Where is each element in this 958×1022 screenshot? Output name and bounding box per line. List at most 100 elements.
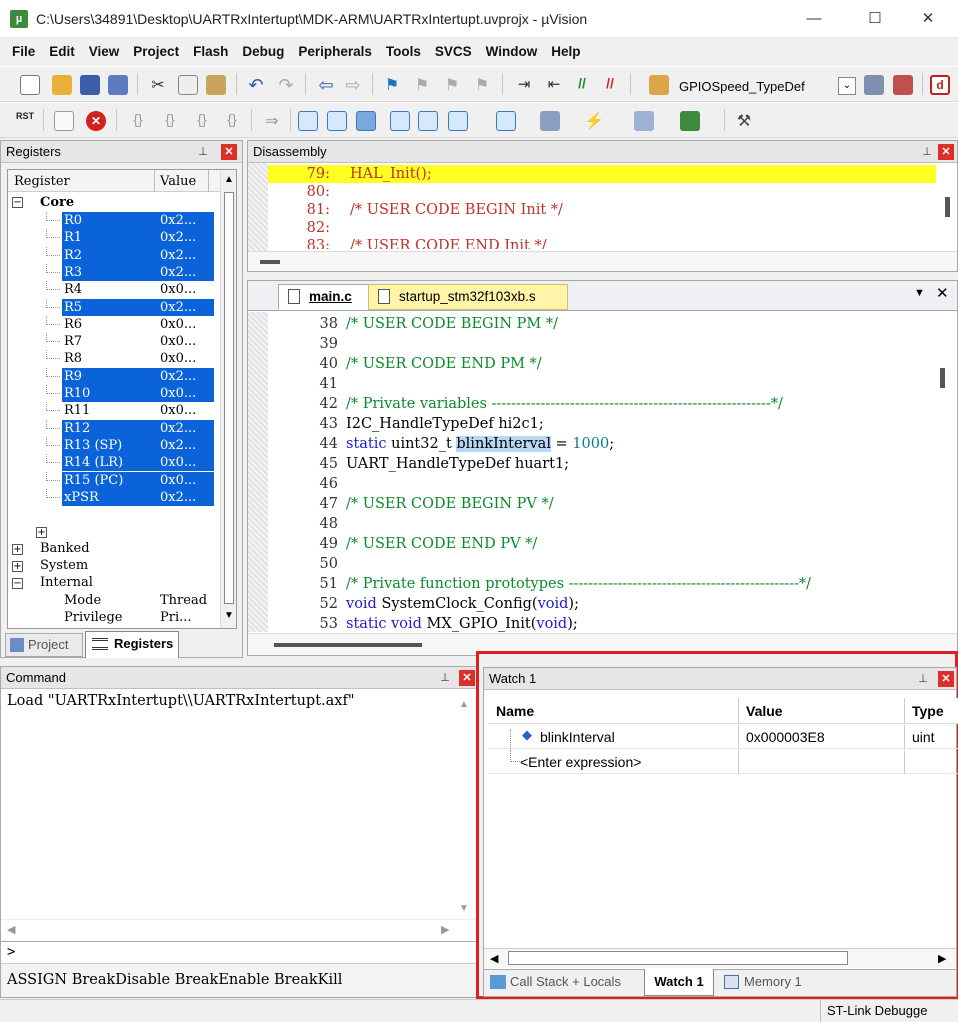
internal-name[interactable]: Stack — [64, 627, 101, 629]
tab-watch-1[interactable]: Watch 1 — [644, 969, 714, 996]
menu-debug[interactable]: Debug — [235, 38, 291, 66]
code-line[interactable]: 51 /* Private function prototypes -------… — [268, 574, 928, 594]
register-value[interactable]: 0x2... — [156, 419, 214, 437]
enter-expression-field[interactable]: <Enter expression> — [520, 750, 641, 774]
register-name[interactable]: R9 — [62, 367, 156, 385]
menu-edit[interactable]: Edit — [42, 38, 82, 66]
close-tab-icon[interactable]: ✕ — [936, 284, 949, 302]
registers-window-icon[interactable] — [390, 111, 410, 131]
scroll-right-icon[interactable]: ▶ — [938, 952, 946, 965]
register-name[interactable]: R3 — [62, 263, 156, 282]
register-value[interactable]: 0x2... — [156, 263, 214, 282]
open-folder-icon[interactable] — [52, 75, 72, 95]
watch-window-icon[interactable] — [448, 111, 468, 131]
find-in-files-icon[interactable] — [649, 75, 669, 95]
enter-expression-row[interactable]: <Enter expression> — [488, 750, 958, 774]
disassembly-line[interactable]: 82: — [268, 219, 936, 237]
register-name[interactable]: R11 — [62, 402, 156, 419]
toolbox-icon[interactable]: ⚒ — [734, 111, 754, 131]
call-stack-window-icon[interactable] — [418, 111, 438, 131]
col-type-header[interactable]: Type — [912, 699, 944, 723]
internal-value[interactable]: Thread — [160, 592, 207, 609]
reset-icon[interactable]: RST — [15, 111, 35, 131]
navigate-forward-icon[interactable]: ⇨ — [343, 75, 363, 95]
copy-icon[interactable] — [178, 75, 198, 95]
trace-window-icon[interactable] — [634, 111, 654, 131]
code-line[interactable]: 52 void SystemClock_Config(void); — [268, 594, 928, 614]
undo-icon[interactable]: ↶ — [246, 75, 266, 95]
menu-help[interactable]: Help — [544, 38, 587, 66]
command-hscroll[interactable]: ◀ ▶ — [1, 919, 476, 939]
scrollbar-thumb[interactable] — [274, 643, 422, 647]
code-line[interactable]: 40 /* USER CODE END PM */ — [268, 354, 928, 374]
close-panel-icon[interactable]: ✕ — [938, 144, 954, 160]
register-value[interactable]: 0x0... — [156, 350, 214, 367]
scroll-left-icon[interactable]: ◀ — [490, 952, 498, 965]
register-name[interactable]: R7 — [62, 333, 156, 350]
register-name[interactable]: R13 (SP) — [62, 436, 156, 455]
group-system[interactable]: System — [40, 558, 88, 573]
code-line[interactable]: 42 /* Private variables -----------------… — [268, 394, 928, 414]
code-line[interactable]: 47 /* USER CODE BEGIN PV */ — [268, 494, 928, 514]
internal-value[interactable]: Pri... — [160, 609, 192, 626]
run-to-cursor-icon[interactable]: {} — [222, 111, 242, 131]
menu-tools[interactable]: Tools — [379, 38, 428, 66]
register-value[interactable]: 0x2... — [156, 436, 214, 455]
banked-expand-icon[interactable]: + — [12, 544, 23, 555]
register-value[interactable]: 0x2... — [156, 229, 214, 247]
xpsr-expand-icon[interactable]: + — [36, 527, 47, 538]
bookmark-toggle-icon[interactable]: ⚑ — [382, 75, 402, 95]
disassembly-line[interactable]: 81: /* USER CODE BEGIN Init */ — [268, 201, 936, 219]
core-collapse-icon[interactable]: − — [12, 197, 23, 208]
register-name[interactable]: R14 (LR) — [62, 454, 156, 472]
code-line[interactable]: 44 static uint32_t blinkInterval = 1000; — [268, 434, 928, 454]
scrollbar-thumb[interactable] — [945, 197, 950, 217]
core-group-label[interactable]: Core — [40, 195, 74, 210]
uncomment-icon[interactable]: // — [600, 75, 620, 95]
code-area[interactable]: 38 /* USER CODE BEGIN PM */ 39 40 /* USER CO… — [268, 314, 928, 632]
scroll-up-icon[interactable]: ▲ — [459, 699, 469, 710]
disassembly-code[interactable]: 79: HAL_Init(); 80: 81: /* USER CODE BEGIN I… — [268, 165, 936, 249]
disassembly-vscroll[interactable] — [938, 163, 957, 251]
register-value[interactable]: 0x0... — [156, 471, 214, 489]
col-value-header[interactable]: Value — [746, 699, 783, 723]
code-line[interactable]: 46 — [268, 474, 928, 494]
code-line[interactable]: 53 static void MX_GPIO_Init(void); — [268, 614, 928, 632]
register-value[interactable]: 0x2... — [156, 488, 214, 507]
col-name-header[interactable]: Name — [496, 699, 534, 723]
save-all-icon[interactable] — [108, 75, 128, 95]
internal-name[interactable]: Mode — [64, 592, 101, 609]
register-value[interactable]: 0x0... — [156, 385, 214, 403]
cut-icon[interactable]: ✂ — [148, 75, 168, 95]
comment-icon[interactable]: // — [572, 75, 592, 95]
register-name[interactable]: R6 — [62, 316, 156, 333]
register-name[interactable]: R5 — [62, 298, 156, 316]
tab-memory-1[interactable]: Memory 1 — [724, 974, 802, 989]
redo-icon[interactable]: ↷ — [276, 75, 296, 95]
show-next-statement-icon[interactable]: ⇒ — [262, 111, 282, 131]
register-name[interactable]: R1 — [62, 229, 156, 247]
scroll-up-icon[interactable]: ▲ — [224, 174, 234, 185]
register-value[interactable]: 0x0... — [156, 281, 214, 298]
pin-icon[interactable]: ⊥ — [920, 144, 934, 160]
system-viewer-icon[interactable] — [680, 111, 700, 131]
group-banked[interactable]: Banked — [40, 541, 90, 556]
menu-flash[interactable]: Flash — [186, 38, 235, 66]
code-line[interactable]: 49 /* USER CODE END PV */ — [268, 534, 928, 554]
registers-scrollbar[interactable]: ▲ ▼ — [220, 170, 236, 628]
watch-var-value[interactable]: 0x000003E8 — [746, 725, 825, 749]
code-line[interactable]: 41 — [268, 374, 928, 394]
register-value[interactable]: 0x0... — [156, 333, 214, 350]
menu-svcs[interactable]: SVCS — [428, 38, 479, 66]
editor-vscroll[interactable] — [932, 312, 956, 632]
paste-icon[interactable] — [206, 75, 226, 95]
menu-project[interactable]: Project — [126, 38, 186, 66]
scroll-down-icon[interactable]: ▼ — [459, 903, 469, 914]
tab-call-stack[interactable]: Call Stack + Locals — [490, 974, 621, 989]
code-line[interactable]: 38 /* USER CODE BEGIN PM */ — [268, 314, 928, 334]
register-value[interactable]: 0x2... — [156, 367, 214, 385]
disassembly-line[interactable]: 80: — [268, 183, 936, 201]
bookmark-prev-icon[interactable]: ⚑ — [412, 75, 432, 95]
tab-project[interactable]: Project — [5, 633, 83, 657]
configure-icon[interactable] — [864, 75, 884, 95]
